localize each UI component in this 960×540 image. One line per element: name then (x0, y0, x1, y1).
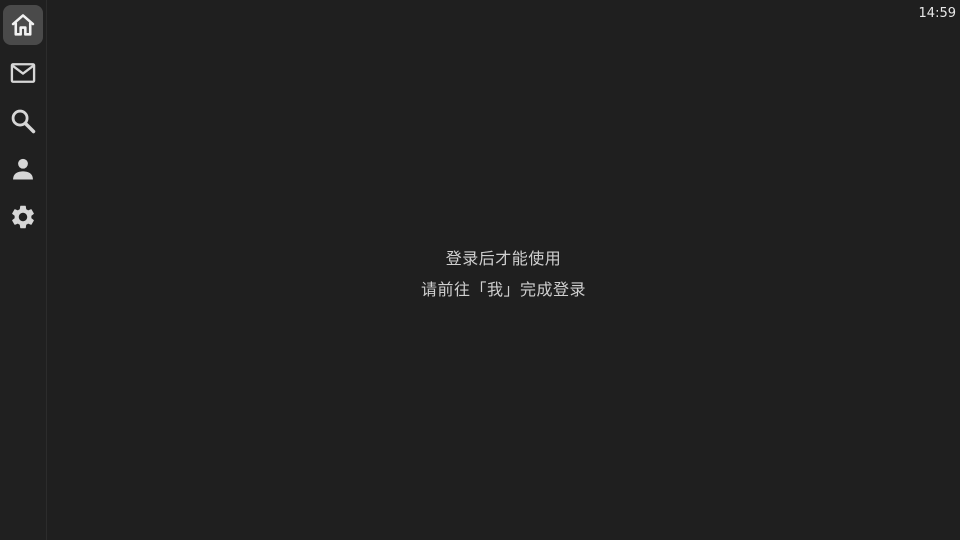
login-required-message: 登录后才能使用 (445, 249, 562, 268)
gear-icon (12, 205, 34, 229)
search-icon (11, 109, 36, 134)
sidebar-item-search[interactable] (3, 101, 43, 141)
sidebar-item-profile[interactable] (3, 149, 43, 189)
sidebar-item-settings[interactable] (3, 197, 43, 237)
person-icon (13, 158, 33, 180)
sidebar-item-messages[interactable] (3, 53, 43, 93)
login-instruction-message: 请前往「我」完成登录 (420, 280, 586, 299)
mail-icon (10, 63, 36, 83)
sidebar-item-home[interactable] (3, 5, 43, 45)
sidebar (0, 0, 47, 540)
home-icon (11, 14, 35, 36)
app-window: 14:59 登录后才能使用 请前往「我」完成登录 (0, 0, 960, 540)
main-content: 登录后才能使用 请前往「我」完成登录 (47, 0, 960, 540)
